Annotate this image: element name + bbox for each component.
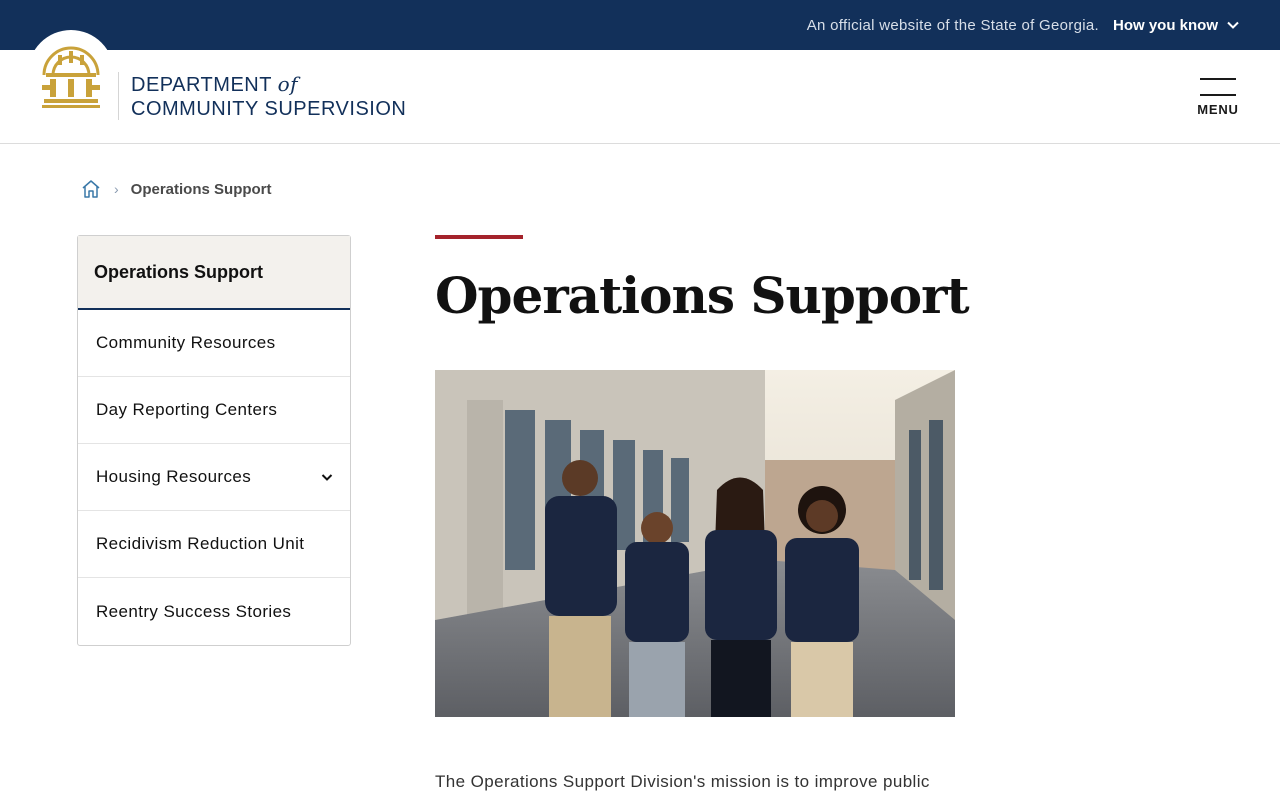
- side-nav-item-reentry-success-stories[interactable]: Reentry Success Stories: [78, 578, 350, 645]
- side-nav-item-label: Reentry Success Stories: [96, 601, 292, 621]
- georgia-seal-icon: [42, 46, 100, 108]
- menu-button[interactable]: MENU: [1196, 78, 1240, 117]
- breadcrumb-home-link[interactable]: [80, 178, 102, 200]
- breadcrumb-current: Operations Support: [130, 180, 272, 198]
- side-nav-item-day-reporting-centers[interactable]: Day Reporting Centers: [78, 377, 350, 444]
- title-accent-rule: [435, 235, 523, 239]
- section-side-nav: Operations Support Community Resources D…: [77, 235, 351, 646]
- side-nav-item-community-resources[interactable]: Community Resources: [78, 310, 350, 377]
- home-logo-link[interactable]: [28, 30, 114, 116]
- home-icon: [82, 180, 100, 198]
- staff-group-photo: [435, 370, 955, 717]
- header-divider: [118, 72, 119, 120]
- site-header: DEPARTMENT of COMMUNITY SUPERVISION MENU: [0, 30, 1280, 144]
- breadcrumb-separator-icon: ›: [114, 181, 119, 197]
- side-nav-item-recidivism-reduction-unit[interactable]: Recidivism Reduction Unit: [78, 511, 350, 578]
- intro-paragraph: The Operations Support Division's missio…: [435, 772, 930, 791]
- dept-name-of: of: [277, 72, 299, 96]
- how-you-know-label: How you know: [1113, 16, 1218, 34]
- chevron-down-icon: [321, 474, 333, 481]
- how-you-know-toggle[interactable]: How you know: [1113, 17, 1240, 34]
- official-banner: An official website of the State of Geor…: [0, 0, 1280, 50]
- chevron-down-icon: [1227, 21, 1239, 29]
- side-nav-item-label: Community Resources: [96, 333, 276, 352]
- department-name[interactable]: DEPARTMENT of COMMUNITY SUPERVISION: [131, 72, 406, 121]
- official-site-text: An official website of the State of Geor…: [806, 16, 1099, 34]
- side-nav-item-label: Recidivism Reduction Unit: [96, 534, 305, 553]
- menu-label: MENU: [1197, 102, 1239, 117]
- side-nav-item-label: Housing Resources: [96, 467, 252, 486]
- hero-photo: [435, 370, 955, 717]
- breadcrumb: › Operations Support: [80, 178, 272, 200]
- page-title: Operations Support: [435, 266, 970, 325]
- dept-name-line2: COMMUNITY SUPERVISION: [131, 98, 407, 120]
- side-nav-item-housing-resources[interactable]: Housing Resources: [78, 444, 350, 511]
- dept-name-line1: DEPARTMENT: [131, 74, 272, 96]
- hamburger-icon: [1200, 78, 1236, 96]
- side-nav-heading[interactable]: Operations Support: [78, 236, 350, 310]
- expand-housing-resources-toggle[interactable]: [320, 470, 334, 484]
- side-nav-item-label: Day Reporting Centers: [96, 400, 278, 419]
